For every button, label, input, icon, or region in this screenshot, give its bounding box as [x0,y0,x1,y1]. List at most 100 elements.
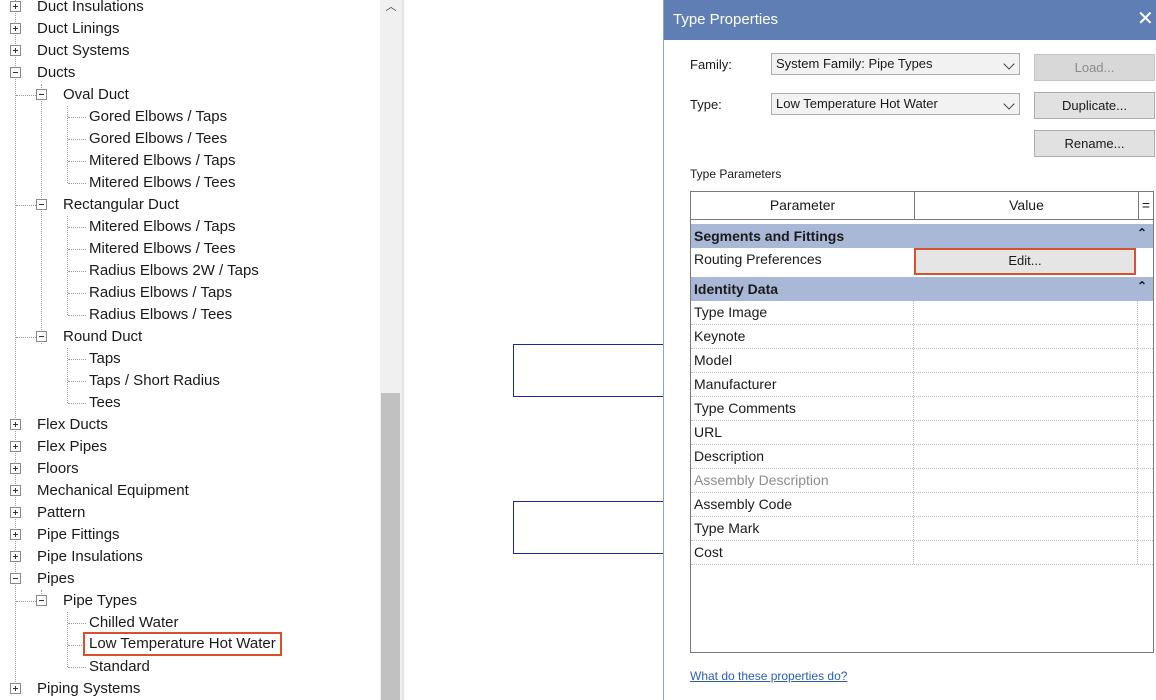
scroll-up-arrow-icon[interactable]: ︿ [380,0,402,14]
row-cost[interactable]: Cost [691,541,1153,565]
scrollbar-thumb[interactable] [381,393,400,700]
row-description[interactable]: Description [691,445,1153,469]
collapse-icon[interactable] [10,67,21,78]
canvas-shape[interactable] [513,501,675,554]
row-type-comments[interactable]: Type Comments [691,397,1153,421]
parameter-name: Description [691,445,914,468]
tree-connector [41,84,42,344]
expand-icon[interactable] [10,463,21,474]
collapse-icon[interactable] [36,89,47,100]
parameter-name: Model [691,349,914,372]
tree-item-label: Pipes [37,570,75,587]
row-assembly-description: Assembly Description [691,469,1153,493]
help-link[interactable]: What do these properties do? [690,669,847,683]
collapse-icon[interactable] [36,595,47,606]
tree-scrollbar[interactable]: ︿ [380,0,402,700]
parameter-value[interactable] [914,517,1138,540]
collapse-icon[interactable] [36,331,47,342]
rename-button[interactable]: Rename... [1034,130,1155,157]
tree-item-label: Floors [37,460,79,477]
expand-icon[interactable] [10,419,21,430]
tree-item-label: Radius Elbows / Taps [89,284,233,301]
tree-item-label: Duct Linings [37,20,120,37]
expand-icon[interactable] [10,551,21,562]
collapse-chevron-icon[interactable]: ⌃ [1137,274,1147,298]
expand-icon[interactable] [10,23,21,34]
expand-icon[interactable] [10,441,21,452]
parameter-name: Assembly Description [691,469,914,492]
parameter-name: Type Image [691,301,914,324]
group-title: Identity Data [694,281,779,297]
column-header-formula[interactable]: = [1139,192,1153,220]
tree-connector [67,216,68,315]
expand-icon[interactable] [10,683,21,694]
expand-icon[interactable] [10,485,21,496]
tree-item-label: Ducts [37,64,76,81]
column-header-parameter[interactable]: Parameter [691,192,915,220]
expand-icon[interactable] [10,45,21,56]
tree-item-label: Rectangular Duct [63,196,179,213]
tree-item-label: Mitered Elbows / Taps [89,152,236,169]
collapse-chevron-icon[interactable]: ⌃ [1137,221,1147,245]
parameter-name: Manufacturer [691,373,914,396]
row-type-image[interactable]: Type Image [691,301,1153,325]
type-parameters-label: Type Parameters [690,167,782,181]
parameter-value[interactable] [914,421,1138,444]
group-identity-data[interactable]: Identity Data ⌃ [691,277,1153,301]
parameter-name: Type Comments [691,397,914,420]
tree-item-label: Mitered Elbows / Tees [89,240,236,257]
row-keynote[interactable]: Keynote [691,325,1153,349]
tree-item-label: Piping Systems [37,680,141,697]
expand-icon[interactable] [10,507,21,518]
collapse-icon[interactable] [10,573,21,584]
row-routing-preferences: Routing Preferences Edit... [691,248,1153,331]
parameter-value[interactable] [914,493,1138,516]
tree-connector [15,0,16,690]
expand-icon[interactable] [10,1,21,12]
parameter-value[interactable] [914,325,1138,348]
family-select[interactable]: System Family: Pipe Types [771,53,1020,75]
parameter-value[interactable] [914,445,1138,468]
tree-item-label: Chilled Water [89,614,179,631]
tree-item-label-selected: Low Temperature Hot Water [83,632,282,656]
dialog-title: Type Properties [673,11,779,28]
parameter-value[interactable] [914,373,1138,396]
load-button[interactable]: Load... [1034,54,1155,81]
parameter-name: Keynote [691,325,914,348]
tree-item-label: Pipe Insulations [37,548,143,565]
type-select[interactable]: Low Temperature Hot Water [771,93,1020,115]
row-manufacturer[interactable]: Manufacturer [691,373,1153,397]
parameter-value[interactable] [914,541,1138,564]
group-title: Segments and Fittings [694,228,845,244]
edit-routing-preferences-button[interactable]: Edit... [914,248,1136,275]
tree-item-label: Round Duct [63,328,143,345]
tree-item-label: Oval Duct [63,86,129,103]
row-url[interactable]: URL [691,421,1153,445]
project-browser-tree: Duct Insulations Duct Linings Duct Syste… [0,0,380,700]
panel-divider[interactable] [402,0,404,700]
tree-connector [67,612,68,667]
parameter-value[interactable] [914,349,1138,372]
collapse-icon[interactable] [36,199,47,210]
row-model[interactable]: Model [691,349,1153,373]
row-type-mark[interactable]: Type Mark [691,517,1153,541]
parameter-name: Type Mark [691,517,914,540]
duplicate-button[interactable]: Duplicate... [1034,92,1155,119]
expand-icon[interactable] [10,529,21,540]
type-parameters-grid: Parameter Value = Segments and Fittings … [690,191,1154,653]
tree-item-label: Duct Insulations [37,0,144,15]
column-header-value[interactable]: Value [915,192,1139,220]
row-assembly-code[interactable]: Assembly Code [691,493,1153,517]
parameter-value[interactable] [914,301,1138,324]
tree-item-label: Taps / Short Radius [89,372,220,389]
group-segments-and-fittings[interactable]: Segments and Fittings ⌃ [691,224,1153,248]
tree-item-label: Tees [89,394,121,411]
parameter-value[interactable] [914,397,1138,420]
family-label: Family: [690,57,732,72]
tree-item-label: Pattern [37,504,86,521]
dialog-titlebar[interactable]: Type Properties ✕ [664,0,1156,40]
canvas-shape[interactable] [513,344,675,397]
tree-item-label: Standard [89,658,150,675]
close-icon[interactable]: ✕ [1137,9,1156,29]
type-label: Type: [690,97,722,112]
